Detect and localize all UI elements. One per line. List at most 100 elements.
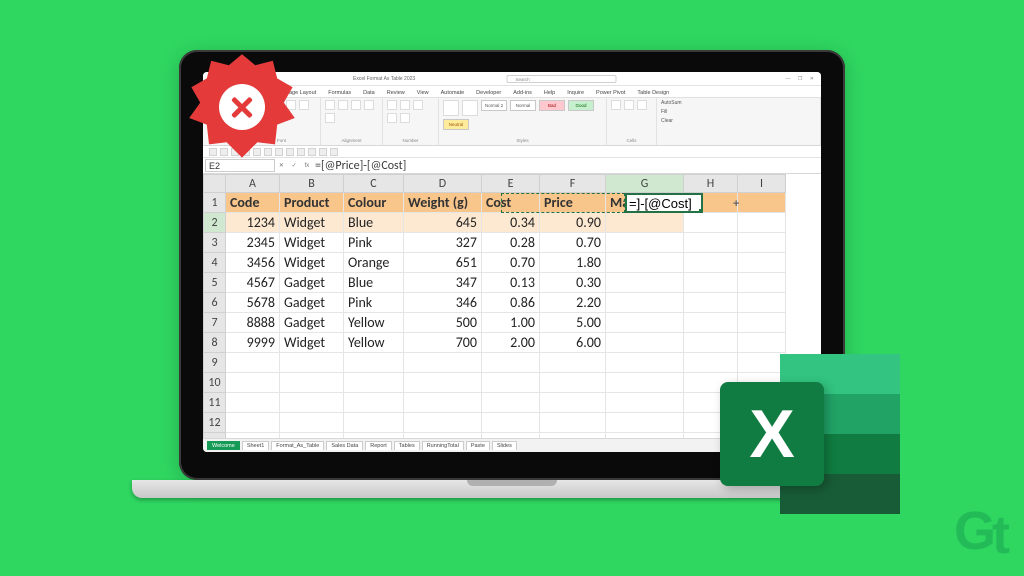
sheet-tab[interactable]: Sheet1 <box>242 441 269 450</box>
ribbon-tab-tabledesign[interactable]: Table Design <box>634 89 672 97</box>
cell[interactable]: Widget <box>280 253 344 273</box>
row-header[interactable]: 1 <box>204 193 226 213</box>
cell[interactable]: 3456 <box>226 253 280 273</box>
cell[interactable]: Yellow <box>344 313 404 333</box>
cell[interactable]: 651 <box>404 253 482 273</box>
decimal-inc-icon[interactable] <box>387 113 397 123</box>
cell[interactable] <box>738 313 786 333</box>
cell[interactable] <box>540 413 606 433</box>
column-header[interactable]: C <box>344 175 404 193</box>
ribbon-tab-developer[interactable]: Developer <box>473 89 504 97</box>
cell[interactable] <box>606 433 684 439</box>
cell[interactable] <box>226 353 280 373</box>
cell[interactable]: 0.28 <box>482 233 540 253</box>
currency-icon[interactable] <box>387 100 397 110</box>
table-header-cell[interactable]: Product <box>280 193 344 213</box>
cell[interactable]: 0.13 <box>482 273 540 293</box>
cell[interactable]: 9999 <box>226 333 280 353</box>
cell[interactable] <box>738 253 786 273</box>
cell[interactable] <box>684 233 738 253</box>
cell[interactable]: 4567 <box>226 273 280 293</box>
cell[interactable] <box>280 353 344 373</box>
cell[interactable] <box>482 353 540 373</box>
ribbon-tab-data[interactable]: Data <box>360 89 378 97</box>
cell[interactable]: 500 <box>404 313 482 333</box>
cell[interactable]: Widget <box>280 233 344 253</box>
cell[interactable]: Widget <box>280 333 344 353</box>
qat-icon[interactable] <box>308 148 316 156</box>
cell[interactable]: Yellow <box>344 333 404 353</box>
cell[interactable] <box>684 333 738 353</box>
cell[interactable] <box>344 413 404 433</box>
column-header[interactable]: B <box>280 175 344 193</box>
column-header[interactable]: G <box>606 175 684 193</box>
merge-icon[interactable] <box>325 113 335 123</box>
cell[interactable]: 327 <box>404 233 482 253</box>
align-right-icon[interactable] <box>351 100 361 110</box>
column-header[interactable]: F <box>540 175 606 193</box>
insert-cells-icon[interactable] <box>611 100 621 110</box>
cellstyle-normal2[interactable]: Normal 2 <box>481 100 507 111</box>
cell[interactable] <box>540 353 606 373</box>
cellstyle-bad[interactable]: Bad <box>539 100 565 111</box>
format-as-table-icon[interactable] <box>462 100 478 116</box>
table-header-cell[interactable] <box>738 193 786 213</box>
cell[interactable] <box>606 313 684 333</box>
cell[interactable]: 0.70 <box>540 233 606 253</box>
row-header[interactable]: 11 <box>204 393 226 413</box>
cell[interactable] <box>482 373 540 393</box>
cell[interactable]: Blue <box>344 213 404 233</box>
cell[interactable] <box>226 393 280 413</box>
row-header[interactable]: 12 <box>204 413 226 433</box>
cell[interactable] <box>226 373 280 393</box>
align-center-icon[interactable] <box>338 100 348 110</box>
column-header[interactable]: H <box>684 175 738 193</box>
cell[interactable] <box>344 433 404 439</box>
cell-edit-overlay[interactable]: =]-[@Cost] <box>625 193 703 213</box>
cell[interactable]: 2.00 <box>482 333 540 353</box>
row-header[interactable]: 5 <box>204 273 226 293</box>
wrap-text-icon[interactable] <box>364 100 374 110</box>
cell[interactable] <box>606 253 684 273</box>
sheet-tab[interactable]: Report <box>365 441 392 450</box>
cell[interactable] <box>482 393 540 413</box>
delete-cells-icon[interactable] <box>624 100 634 110</box>
qat-icon[interactable] <box>297 148 305 156</box>
cell[interactable] <box>280 393 344 413</box>
cell[interactable] <box>404 353 482 373</box>
cell[interactable] <box>684 253 738 273</box>
percent-icon[interactable] <box>400 100 410 110</box>
sheet-tab[interactable]: Slides <box>492 441 517 450</box>
table-header-cell[interactable]: Weight (g) <box>404 193 482 213</box>
ribbon-tab-addins[interactable]: Add-ins <box>510 89 535 97</box>
cell[interactable] <box>482 433 540 439</box>
cell[interactable] <box>606 393 684 413</box>
cellstyle-neutral[interactable]: Neutral <box>443 119 469 130</box>
cell[interactable] <box>404 373 482 393</box>
column-header[interactable]: I <box>738 175 786 193</box>
cell[interactable] <box>540 433 606 439</box>
cellstyle-normal[interactable]: Normal <box>510 100 536 111</box>
cell[interactable] <box>606 333 684 353</box>
table-header-cell[interactable]: Code <box>226 193 280 213</box>
enter-formula-icon[interactable]: ✓ <box>292 162 297 169</box>
cell[interactable] <box>738 333 786 353</box>
ribbon-tab-view[interactable]: View <box>414 89 432 97</box>
cell[interactable]: 5.00 <box>540 313 606 333</box>
comma-icon[interactable] <box>413 100 423 110</box>
cell[interactable] <box>226 413 280 433</box>
sheet-tab[interactable]: Sales Data <box>326 441 363 450</box>
cell[interactable]: 0.30 <box>540 273 606 293</box>
fill-handle[interactable] <box>699 209 703 213</box>
ribbon-tab-automate[interactable]: Automate <box>438 89 468 97</box>
cell[interactable] <box>606 373 684 393</box>
cell[interactable] <box>606 213 684 233</box>
cell[interactable]: Pink <box>344 233 404 253</box>
cell[interactable]: 5678 <box>226 293 280 313</box>
qat-icon[interactable] <box>319 148 327 156</box>
cell[interactable]: 1234 <box>226 213 280 233</box>
autosum-button[interactable]: AutoSum <box>661 100 682 106</box>
fx-icon[interactable]: fx <box>304 163 309 169</box>
align-left-icon[interactable] <box>325 100 335 110</box>
cell[interactable]: 6.00 <box>540 333 606 353</box>
